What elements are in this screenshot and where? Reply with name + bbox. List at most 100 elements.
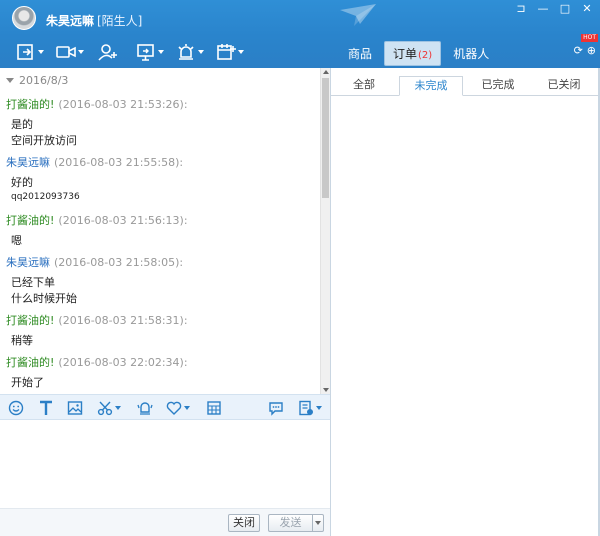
font-icon	[40, 400, 52, 415]
add-contact-icon	[98, 44, 117, 61]
chat-history-button[interactable]	[298, 400, 326, 416]
sender-name[interactable]: 打酱油的!	[6, 214, 54, 227]
close-button[interactable]: 关闭	[228, 514, 260, 532]
emoji-icon	[8, 400, 24, 416]
avatar[interactable]	[12, 6, 36, 30]
calculator-button[interactable]	[206, 400, 222, 416]
message-header: 打酱油的! (2016-08-03 21:56:13):	[6, 212, 188, 228]
order-count-badge: (2)	[418, 50, 433, 61]
emoji-button[interactable]	[8, 400, 24, 416]
chat-pane: 2016/8/3 打酱油的! (2016-08-03 21:53:26): 是的 …	[0, 68, 331, 536]
message-input[interactable]	[0, 420, 330, 508]
message-time: (2016-08-03 21:55:58):	[54, 156, 184, 169]
font-button[interactable]	[38, 400, 54, 416]
chevron-down-icon	[78, 50, 84, 54]
tab-orders[interactable]: 订单(2)	[384, 41, 442, 66]
calculator-icon	[207, 401, 221, 415]
add-panel-icon[interactable]: ⊕	[587, 44, 596, 57]
message-text: 已经下单	[11, 276, 55, 289]
screen-share-button[interactable]	[136, 42, 164, 62]
message-time: (2016-08-03 21:56:13):	[58, 214, 188, 227]
chevron-down-icon	[315, 521, 321, 525]
send-button[interactable]: 发送	[268, 514, 312, 532]
panel-corner-icons: ⟳ ⊕	[574, 44, 596, 57]
message-text: qq2012093736	[11, 192, 80, 202]
hot-badge: HOT	[581, 34, 598, 42]
chat-scrollbar[interactable]	[320, 68, 330, 394]
send-bar: 关闭 发送	[0, 508, 330, 536]
tab-robot[interactable]: 机器人	[445, 42, 497, 65]
chevron-down-icon	[316, 406, 322, 410]
history-icon	[299, 400, 313, 416]
chevron-down-icon	[115, 406, 121, 410]
video-call-icon	[56, 46, 76, 58]
tab-closed-orders[interactable]: 已关闭	[535, 76, 593, 96]
add-contact-button[interactable]	[98, 42, 118, 62]
message-text: 开始了	[11, 376, 44, 389]
quick-reply-button[interactable]	[268, 400, 284, 416]
transfer-file-button[interactable]	[16, 42, 44, 62]
sender-name[interactable]: 朱昊远嘛	[6, 256, 50, 269]
message-header: 打酱油的! (2016-08-03 22:02:34):	[6, 354, 188, 370]
message-time: (2016-08-03 22:02:34):	[58, 356, 188, 369]
paper-plane-icon	[340, 4, 376, 26]
shake-icon	[137, 402, 153, 415]
title-bar: 朱昊远嘛 [陌生人] ⊐ — □ ✕	[0, 0, 600, 36]
message-header: 打酱油的! (2016-08-03 21:58:31):	[6, 312, 188, 328]
date-separator[interactable]: 2016/8/3	[6, 74, 68, 87]
scrollbar-thumb[interactable]	[322, 78, 329, 198]
message-time: (2016-08-03 21:58:31):	[58, 314, 188, 327]
message-header: 打酱油的! (2016-08-03 21:53:26):	[6, 96, 188, 112]
tab-incomplete-orders[interactable]: 未完成	[399, 76, 463, 96]
window-controls: ⊐ — □ ✕	[510, 2, 598, 16]
alert-icon	[178, 44, 194, 60]
collapse-caret-icon	[6, 78, 14, 83]
message-text: 是的	[11, 118, 33, 131]
tab-products[interactable]: 商品	[340, 42, 380, 65]
message-time: (2016-08-03 21:53:26):	[58, 98, 188, 111]
video-call-button[interactable]	[56, 42, 84, 62]
schedule-icon	[217, 44, 236, 60]
message-text: 空间开放访问	[11, 134, 77, 147]
chat-history[interactable]: 2016/8/3 打酱油的! (2016-08-03 21:53:26): 是的 …	[0, 68, 320, 394]
chevron-down-icon	[184, 406, 190, 410]
sender-name[interactable]: 打酱油的!	[6, 98, 54, 111]
alert-button[interactable]	[176, 42, 204, 62]
order-status-tabs: 全部 未完成 已完成 已关闭	[331, 76, 600, 96]
scroll-down-icon[interactable]	[323, 388, 329, 392]
main-toolbar	[0, 36, 600, 68]
favorite-button[interactable]	[166, 400, 194, 416]
date-label: 2016/8/3	[19, 74, 69, 87]
image-button[interactable]	[67, 400, 83, 416]
maximize-button[interactable]: □	[554, 2, 576, 16]
message-time: (2016-08-03 21:58:05):	[54, 256, 184, 269]
heart-icon	[166, 401, 182, 415]
message-text: 什么时候开始	[11, 292, 77, 305]
sender-name[interactable]: 打酱油的!	[6, 356, 54, 369]
minimize-button[interactable]: —	[532, 2, 554, 16]
chevron-down-icon	[38, 50, 44, 54]
tab-all-orders[interactable]: 全部	[339, 76, 389, 96]
schedule-button[interactable]	[216, 42, 244, 62]
compose-toolbar	[0, 394, 330, 420]
pin-button[interactable]: ⊐	[510, 2, 532, 16]
screenshot-button[interactable]	[97, 400, 125, 416]
scissors-icon	[97, 401, 113, 416]
chevron-down-icon	[198, 50, 204, 54]
close-window-button[interactable]: ✕	[576, 2, 598, 16]
scroll-up-icon[interactable]	[323, 70, 329, 74]
quick-reply-icon	[269, 402, 283, 416]
tab-orders-label: 订单	[393, 47, 418, 61]
message-header: 朱昊远嘛 (2016-08-03 21:58:05):	[6, 254, 183, 270]
chevron-down-icon	[238, 50, 244, 54]
tab-completed-orders[interactable]: 已完成	[469, 76, 527, 96]
refresh-icon[interactable]: ⟳	[574, 44, 583, 57]
contact-tag: [陌生人]	[97, 14, 143, 28]
shake-button[interactable]	[137, 400, 153, 416]
sender-name[interactable]: 打酱油的!	[6, 314, 54, 327]
send-options-button[interactable]	[312, 514, 324, 532]
contact-name[interactable]: 朱昊远嘛	[46, 12, 94, 29]
chevron-down-icon	[158, 50, 164, 54]
message-text: 稍等	[11, 334, 33, 347]
sender-name[interactable]: 朱昊远嘛	[6, 156, 50, 169]
